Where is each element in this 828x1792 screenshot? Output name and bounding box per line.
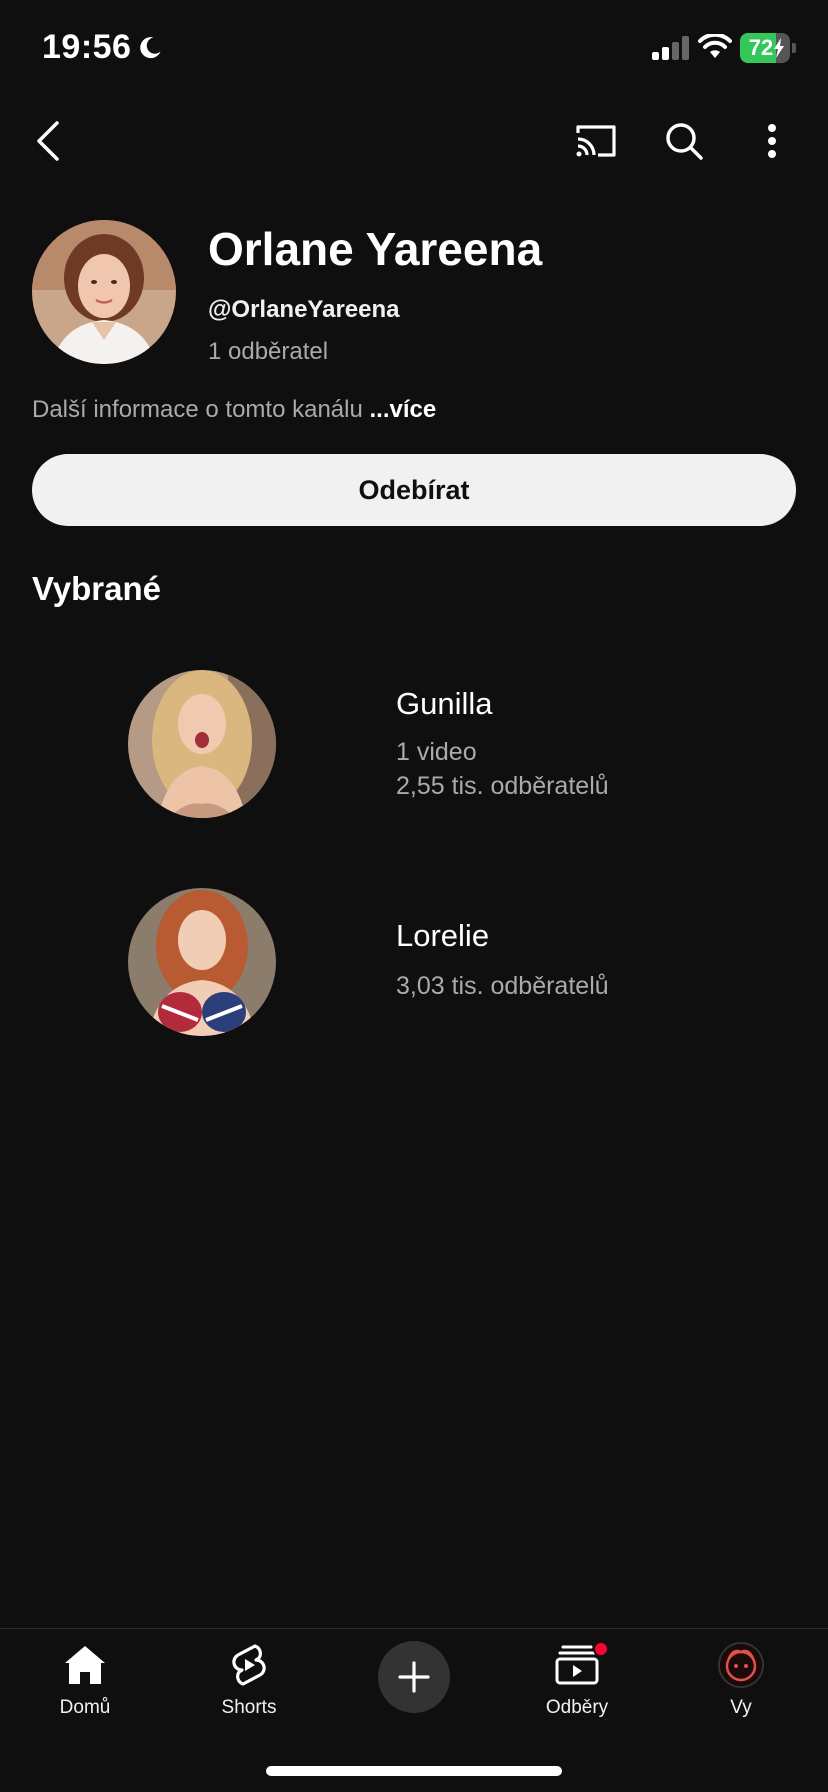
wifi-icon	[698, 34, 732, 58]
featured-channel-avatar-image	[128, 670, 276, 818]
featured-channel-subscriber-count: 3,03 tis. odběratelů	[396, 972, 609, 1000]
nav-home[interactable]: Domů	[15, 1641, 155, 1741]
create-button[interactable]	[378, 1641, 450, 1713]
featured-channel-subscriber-count: 2,55 tis. odběratelů	[396, 772, 609, 800]
cast-button[interactable]	[564, 109, 628, 173]
back-button[interactable]	[16, 109, 80, 173]
channel-subscriber-count: 1 odběratel	[208, 338, 329, 365]
featured-channel-item[interactable]: Gunilla 1 video 2,55 tis. odběratelů	[0, 670, 828, 830]
cast-icon	[576, 125, 616, 157]
back-icon	[37, 121, 59, 161]
channel-avatar-image	[32, 220, 176, 364]
home-icon	[65, 1646, 105, 1684]
cellular-signal-icon	[652, 36, 689, 60]
search-icon	[666, 123, 703, 160]
nav-home-label: Domů	[59, 1697, 111, 1718]
nav-subscriptions-label: Odběry	[545, 1697, 609, 1718]
nav-you[interactable]: Vy	[671, 1641, 811, 1741]
featured-channel-item[interactable]: Lorelie 3,03 tis. odběratelů	[0, 888, 828, 1048]
channel-handle: @OrlaneYareena	[208, 296, 400, 323]
more-link[interactable]: ...více	[370, 396, 437, 423]
channel-screen: 19:56 72 Orlane Yareena @OrlaneYareena 1…	[0, 0, 828, 1792]
featured-section-title: Vybrané	[32, 570, 162, 607]
featured-channel-name: Gunilla	[396, 686, 493, 721]
shorts-icon	[232, 1644, 266, 1686]
home-indicator	[266, 1766, 562, 1776]
avatar	[718, 1642, 764, 1688]
user-avatar-image	[720, 1644, 762, 1686]
featured-channel-name: Lorelie	[396, 918, 490, 953]
nav-you-label: Vy	[730, 1697, 752, 1718]
status-time: 19:56	[42, 28, 132, 66]
featured-channel-video-count: 1 video	[396, 738, 477, 766]
featured-channel-avatar	[128, 888, 276, 1036]
search-button[interactable]	[652, 109, 716, 173]
status-bar: 19:56 72	[0, 0, 828, 100]
nav-shorts[interactable]: Shorts	[179, 1641, 319, 1741]
charging-bolt-icon	[774, 38, 784, 58]
nav-shorts-label: Shorts	[221, 1697, 277, 1718]
channel-avatar[interactable]	[32, 220, 176, 364]
plus-icon	[398, 1661, 430, 1693]
featured-channel-avatar-image	[128, 888, 276, 1036]
moon-icon	[140, 37, 161, 59]
top-app-bar	[0, 100, 828, 182]
featured-channel-avatar	[128, 670, 276, 818]
nav-subscriptions[interactable]: Odběry	[507, 1641, 647, 1741]
more-vert-icon	[768, 124, 776, 158]
battery-indicator: 72	[740, 33, 796, 63]
channel-about-text: Další informace o tomto kanálu	[32, 396, 363, 423]
channel-about[interactable]: Další informace o tomto kanálu ...více	[32, 396, 436, 424]
subscribe-button[interactable]: Odebírat	[32, 454, 796, 526]
channel-name: Orlane Yareena	[208, 223, 543, 275]
notification-dot	[593, 1641, 609, 1657]
more-options-button[interactable]	[740, 109, 804, 173]
